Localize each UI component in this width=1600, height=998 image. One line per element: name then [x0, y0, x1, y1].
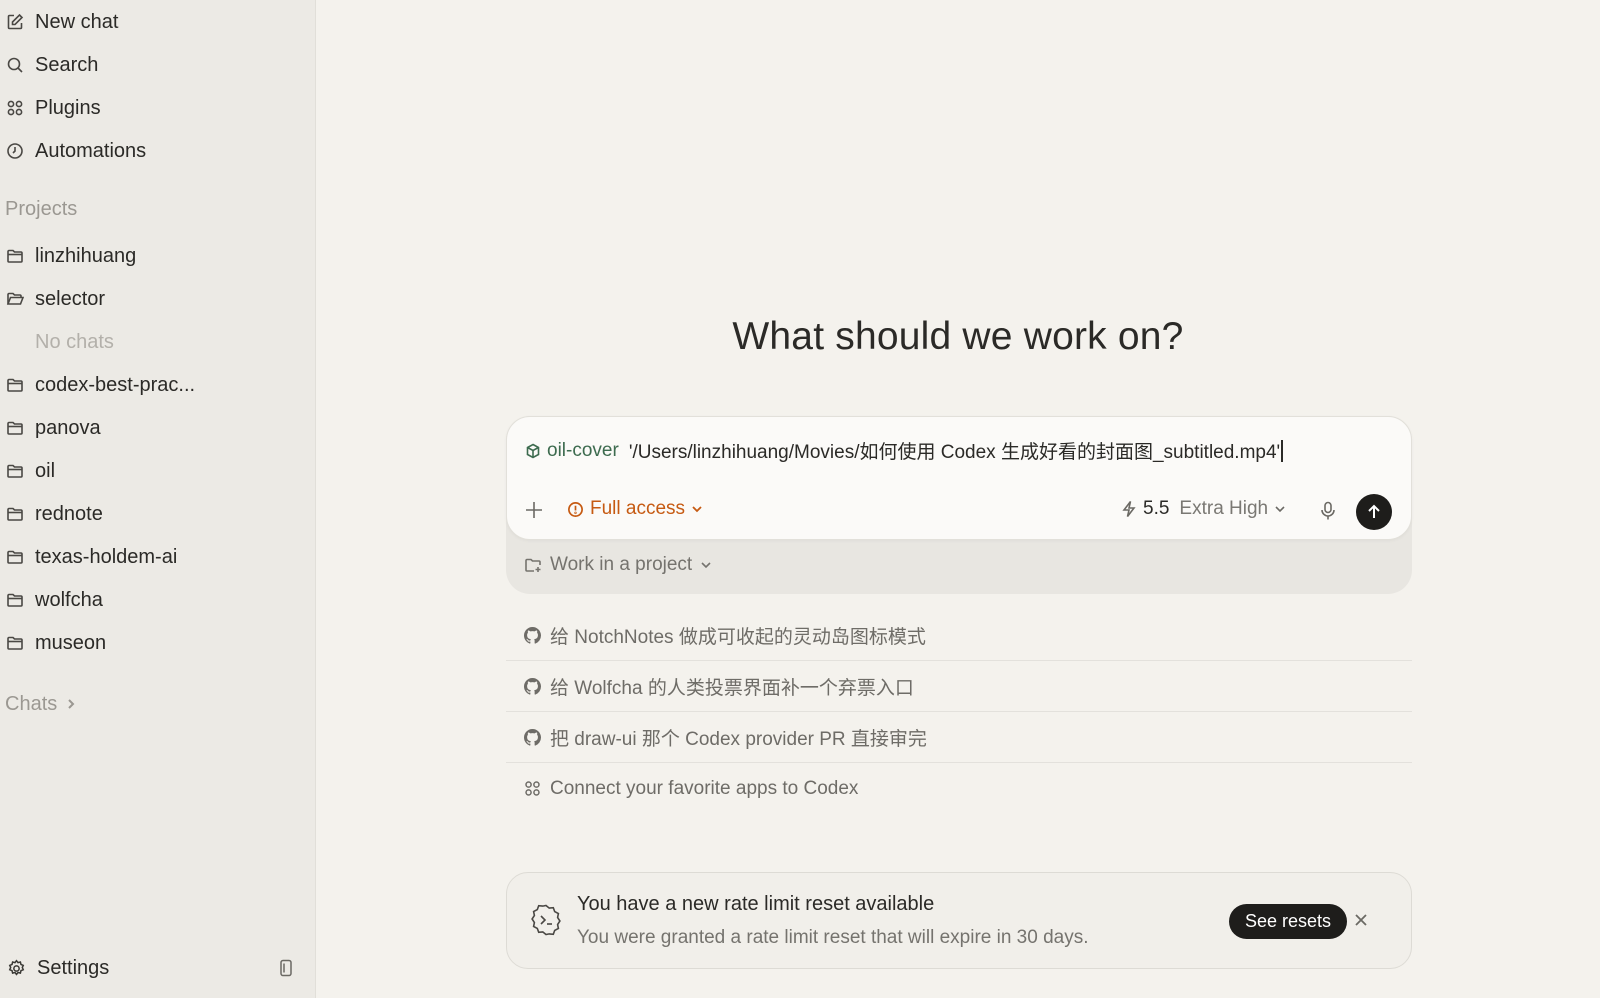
folder-icon: [0, 628, 30, 658]
project-label: museon: [35, 631, 107, 654]
project-item-wolfcha[interactable]: wolfcha: [0, 585, 103, 615]
suggestion-item[interactable]: Connect your favorite apps to Codex: [506, 763, 1412, 814]
sidebar: New chat Search Plugins Automations Proj…: [0, 0, 316, 998]
page-title: What should we work on?: [732, 315, 1184, 358]
project-item-oil[interactable]: oil: [0, 456, 55, 486]
project-item-panova[interactable]: panova: [0, 413, 101, 443]
project-item-linzhihuang[interactable]: linzhihuang: [0, 241, 136, 271]
chevron-down-icon: [692, 506, 702, 513]
sidebar-toggle-icon[interactable]: [278, 959, 294, 983]
project-chip-label: oil-cover: [547, 439, 619, 461]
model-selector-dropdown[interactable]: 5.5 Extra High: [1121, 498, 1286, 520]
project-chip[interactable]: oil-cover: [525, 440, 619, 462]
project-item-museon[interactable]: museon: [0, 628, 106, 658]
composer-container: oil-cover '/Users/linzhihuang/Movies/如何使…: [506, 416, 1412, 594]
banner-title: You have a new rate limit reset availabl…: [577, 893, 935, 915]
chats-section-title: Chats: [5, 693, 58, 715]
folder-icon: [0, 499, 30, 529]
lightning-icon: [1122, 501, 1136, 517]
project-label: wolfcha: [35, 588, 103, 611]
project-item-texas-holdem-ai[interactable]: texas-holdem-ai: [0, 542, 177, 572]
terminal-badge-icon: [529, 903, 563, 942]
work-in-project-label: Work in a project: [550, 554, 693, 575]
main-area: What should we work on? oil-cover '/User…: [316, 0, 1600, 998]
settings-label: Settings: [37, 956, 110, 979]
project-item-selector[interactable]: selector: [0, 284, 105, 314]
prompt-input[interactable]: oil-cover '/Users/linzhihuang/Movies/如何使…: [525, 437, 1395, 464]
new-chat-button[interactable]: New chat: [0, 7, 118, 37]
see-resets-button[interactable]: See resets: [1229, 904, 1348, 939]
github-icon: [524, 677, 541, 695]
folder-open-icon: [0, 284, 30, 314]
project-label: texas-holdem-ai: [35, 545, 178, 568]
work-in-project-dropdown[interactable]: Work in a project: [524, 554, 712, 576]
composer[interactable]: oil-cover '/Users/linzhihuang/Movies/如何使…: [506, 416, 1412, 540]
add-attachment-button[interactable]: [523, 499, 547, 523]
model-version: 5.5: [1143, 498, 1170, 519]
gear-icon: [0, 958, 32, 978]
grid-icon: [0, 93, 30, 123]
suggestion-item[interactable]: 给 NotchNotes 做成可收起的灵动岛图标模式: [506, 610, 1412, 661]
clock-icon: [0, 136, 30, 166]
prompt-input-text: '/Users/linzhihuang/Movies/如何使用 Codex 生成…: [628, 442, 1281, 463]
settings-button[interactable]: Settings: [0, 953, 310, 983]
suggestion-item[interactable]: 给 Wolfcha 的人类投票界面补一个弃票入口: [506, 661, 1412, 712]
plugins-label: Plugins: [35, 96, 101, 119]
chats-section-toggle[interactable]: Chats: [5, 693, 77, 716]
projects-section-title: Projects: [5, 198, 78, 220]
package-icon: [526, 443, 540, 458]
project-label: selector: [35, 287, 106, 310]
search-icon: [0, 50, 30, 80]
github-icon: [524, 626, 541, 644]
model-effort: Extra High: [1179, 498, 1269, 519]
project-item-rednote[interactable]: rednote: [0, 499, 103, 529]
access-mode-dropdown[interactable]: Full access: [567, 498, 703, 520]
folder-icon: [0, 241, 30, 271]
automations-label: Automations: [35, 139, 147, 162]
plugins-button[interactable]: Plugins: [0, 93, 101, 123]
chevron-down-icon: [701, 562, 711, 569]
project-label: linzhihuang: [35, 244, 137, 267]
suggestion-label: 给 Wolfcha 的人类投票界面补一个弃票入口: [550, 677, 914, 699]
folder-icon: [0, 413, 30, 443]
chevron-right-icon: [65, 693, 77, 716]
new-chat-label: New chat: [35, 10, 119, 33]
automations-button[interactable]: Automations: [0, 136, 146, 166]
suggestion-label: 把 draw-ui 那个 Codex provider PR 直接审完: [550, 728, 927, 750]
alert-circle-icon: [568, 501, 583, 517]
no-chats-label: No chats: [35, 331, 114, 353]
project-label: rednote: [35, 502, 103, 525]
arrow-up-icon: [1368, 504, 1380, 518]
rate-limit-banner: You have a new rate limit reset availabl…: [506, 872, 1412, 969]
folder-icon: [0, 456, 30, 486]
folder-icon: [0, 370, 30, 400]
close-icon[interactable]: [1354, 913, 1368, 932]
composer-toolbar: Full access 5.5 Extra High: [507, 494, 1413, 530]
chevron-down-icon: [1275, 506, 1285, 513]
microphone-icon: [1321, 501, 1335, 520]
microphone-button[interactable]: [1319, 501, 1337, 526]
banner-text: You were granted a rate limit reset that…: [577, 927, 1089, 948]
suggestion-label: Connect your favorite apps to Codex: [550, 777, 859, 799]
compose-icon: [0, 7, 30, 37]
search-label: Search: [35, 53, 99, 76]
folder-icon: [0, 542, 30, 572]
project-label: codex-best-prac...: [35, 373, 196, 396]
suggestion-item[interactable]: 把 draw-ui 那个 Codex provider PR 直接审完: [506, 712, 1412, 763]
text-caret: [1281, 439, 1283, 462]
project-label: panova: [35, 416, 101, 439]
github-icon: [524, 728, 541, 746]
access-mode-label: Full access: [590, 498, 686, 519]
plus-icon: [526, 502, 542, 518]
folder-plus-icon: [525, 558, 541, 572]
suggestion-list: 给 NotchNotes 做成可收起的灵动岛图标模式 给 Wolfcha 的人类…: [506, 610, 1412, 814]
search-button[interactable]: Search: [0, 50, 98, 80]
project-item-codex-best-practices[interactable]: codex-best-prac...: [0, 370, 195, 400]
folder-icon: [0, 585, 30, 615]
project-label: oil: [35, 459, 56, 482]
suggestion-label: 给 NotchNotes 做成可收起的灵动岛图标模式: [550, 626, 926, 648]
send-button[interactable]: [1356, 494, 1392, 530]
apps-icon: [525, 781, 540, 796]
